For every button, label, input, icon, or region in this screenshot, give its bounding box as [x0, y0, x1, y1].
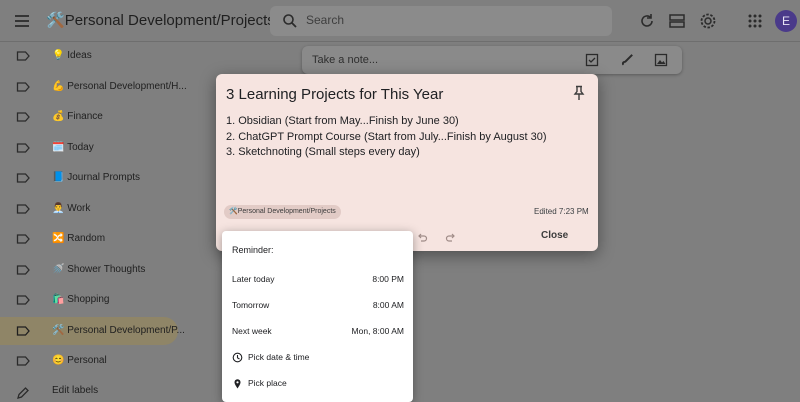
note-line: 2. ChatGPT Prompt Course (Start from Jul… [226, 130, 547, 143]
sidebar-item-label: 🛠️ Personal Development/P... [52, 324, 185, 336]
new-image-icon[interactable] [654, 53, 668, 67]
pencil-icon [16, 386, 30, 400]
reminder-option-time: 8:00 AM [372, 300, 404, 310]
sidebar-item-label: 👨‍💼 Work [52, 202, 91, 214]
note-title[interactable]: 3 Learning Projects for This Year [226, 86, 443, 103]
clock-icon [232, 352, 243, 363]
sidebar-item-journal-prompts[interactable]: 📘 Journal Prompts [0, 164, 178, 192]
pick-date-time-label: Pick date & time [248, 352, 310, 362]
label-icon [16, 110, 30, 124]
reminder-option-next-week[interactable]: Next week Mon, 8:00 AM [222, 321, 413, 343]
pick-date-time-option[interactable]: Pick date & time [222, 347, 413, 369]
label-chip[interactable]: 🛠️Personal Development/Projects [224, 205, 341, 219]
apps-grid-icon[interactable] [744, 10, 766, 32]
sidebar-item-ideas[interactable]: 💡 Ideas [0, 42, 178, 70]
sidebar-item-work[interactable]: 👨‍💼 Work [0, 195, 178, 223]
note-line: 3. Sketchnoting (Small steps every day) [226, 146, 420, 158]
sidebar-item-label: 💰 Finance [52, 111, 103, 122]
redo-icon[interactable] [445, 231, 457, 243]
search-icon[interactable] [282, 13, 298, 29]
close-button[interactable]: Close [541, 230, 568, 241]
sidebar-item-label: 😊 Personal [52, 355, 107, 366]
refresh-icon[interactable] [636, 10, 658, 32]
note-body[interactable]: 1. Obsidian (Start from May...Finish by … [226, 114, 547, 161]
label-icon [16, 171, 30, 185]
sidebar-item-random[interactable]: 🔀 Random [0, 225, 178, 253]
account-avatar[interactable]: E [775, 10, 797, 32]
note-line: 1. Obsidian (Start from May...Finish by … [226, 115, 459, 127]
reminder-header: Reminder: [232, 245, 274, 255]
pin-icon[interactable] [572, 85, 586, 101]
tools-emoji-icon: 🛠️ [46, 12, 65, 29]
sidebar-item-personal-development-p[interactable]: 🛠️ Personal Development/P... [0, 316, 185, 345]
label-icon [16, 232, 30, 246]
search-input[interactable]: Search [306, 13, 344, 27]
sidebar-item-label: 🛍️ Shopping [52, 294, 110, 305]
take-note-bar[interactable]: Take a note... [302, 46, 682, 74]
sidebar-item-shopping[interactable]: 🛍️ Shopping [0, 286, 178, 314]
undo-icon[interactable] [416, 231, 428, 243]
reminder-option-label: Next week [232, 326, 272, 336]
label-icon [16, 80, 30, 94]
label-icon [16, 141, 30, 155]
reminder-menu: Reminder: Later today 8:00 PM Tomorrow 8… [222, 231, 413, 402]
sidebar-item-label: 🚿 Shower Thoughts [52, 263, 146, 275]
page-title: 🛠️Personal Development/Projects [46, 12, 275, 29]
sidebar-item-label: 🗓️ Today [52, 141, 94, 153]
label-icon [16, 263, 30, 277]
sidebar-item-label: 📘 Journal Prompts [52, 172, 141, 183]
reminder-option-later-today[interactable]: Later today 8:00 PM [222, 269, 413, 291]
label-icon [16, 202, 30, 216]
reminder-option-label: Later today [232, 274, 275, 284]
tools-emoji-icon: 🛠️ [229, 208, 238, 215]
sidebar-item-personal-development-h[interactable]: 💪 Personal Development/H... [0, 73, 187, 101]
location-pin-icon [232, 378, 243, 389]
sidebar-item-today[interactable]: 🗓️ Today [0, 134, 178, 162]
reminder-option-time: 8:00 PM [372, 274, 404, 284]
new-list-checkbox-icon[interactable] [585, 53, 599, 67]
pick-place-option[interactable]: Pick place [222, 373, 413, 395]
label-icon [16, 354, 30, 368]
take-note-placeholder[interactable]: Take a note... [312, 54, 378, 66]
reminder-option-tomorrow[interactable]: Tomorrow 8:00 AM [222, 295, 413, 317]
edited-timestamp: Edited 7:23 PM [534, 207, 589, 216]
sidebar-item-label: 💡 Ideas [52, 50, 92, 61]
reminder-option-time: Mon, 8:00 AM [351, 326, 404, 336]
sidebar: 💡 Ideas 💪 Personal Development/H... 💰 Fi… [0, 42, 220, 402]
label-icon [16, 293, 30, 307]
sidebar-item-edit-labels[interactable]: Edit labels [0, 385, 178, 402]
sidebar-item-personal[interactable]: 😊 Personal [0, 347, 178, 375]
main-menu-icon[interactable] [10, 9, 34, 33]
sidebar-item-label: 💪 Personal Development/H... [52, 80, 187, 92]
pick-place-label: Pick place [248, 378, 287, 388]
note-dialog: 3 Learning Projects for This Year 1. Obs… [216, 74, 598, 251]
new-drawing-brush-icon[interactable] [620, 53, 634, 67]
search-bar[interactable]: Search [270, 6, 612, 36]
list-view-icon[interactable] [666, 10, 688, 32]
sidebar-item-shower-thoughts[interactable]: 🚿 Shower Thoughts [0, 256, 178, 284]
settings-gear-icon[interactable] [697, 10, 719, 32]
label-icon [16, 49, 30, 63]
sidebar-item-finance[interactable]: 💰 Finance [0, 103, 178, 131]
label-icon [16, 324, 30, 338]
app-header: 🛠️Personal Development/Projects Search E [0, 0, 800, 42]
reminder-option-label: Tomorrow [232, 300, 270, 310]
sidebar-item-label: 🔀 Random [52, 233, 106, 244]
edit-labels-label: Edit labels [52, 385, 99, 396]
